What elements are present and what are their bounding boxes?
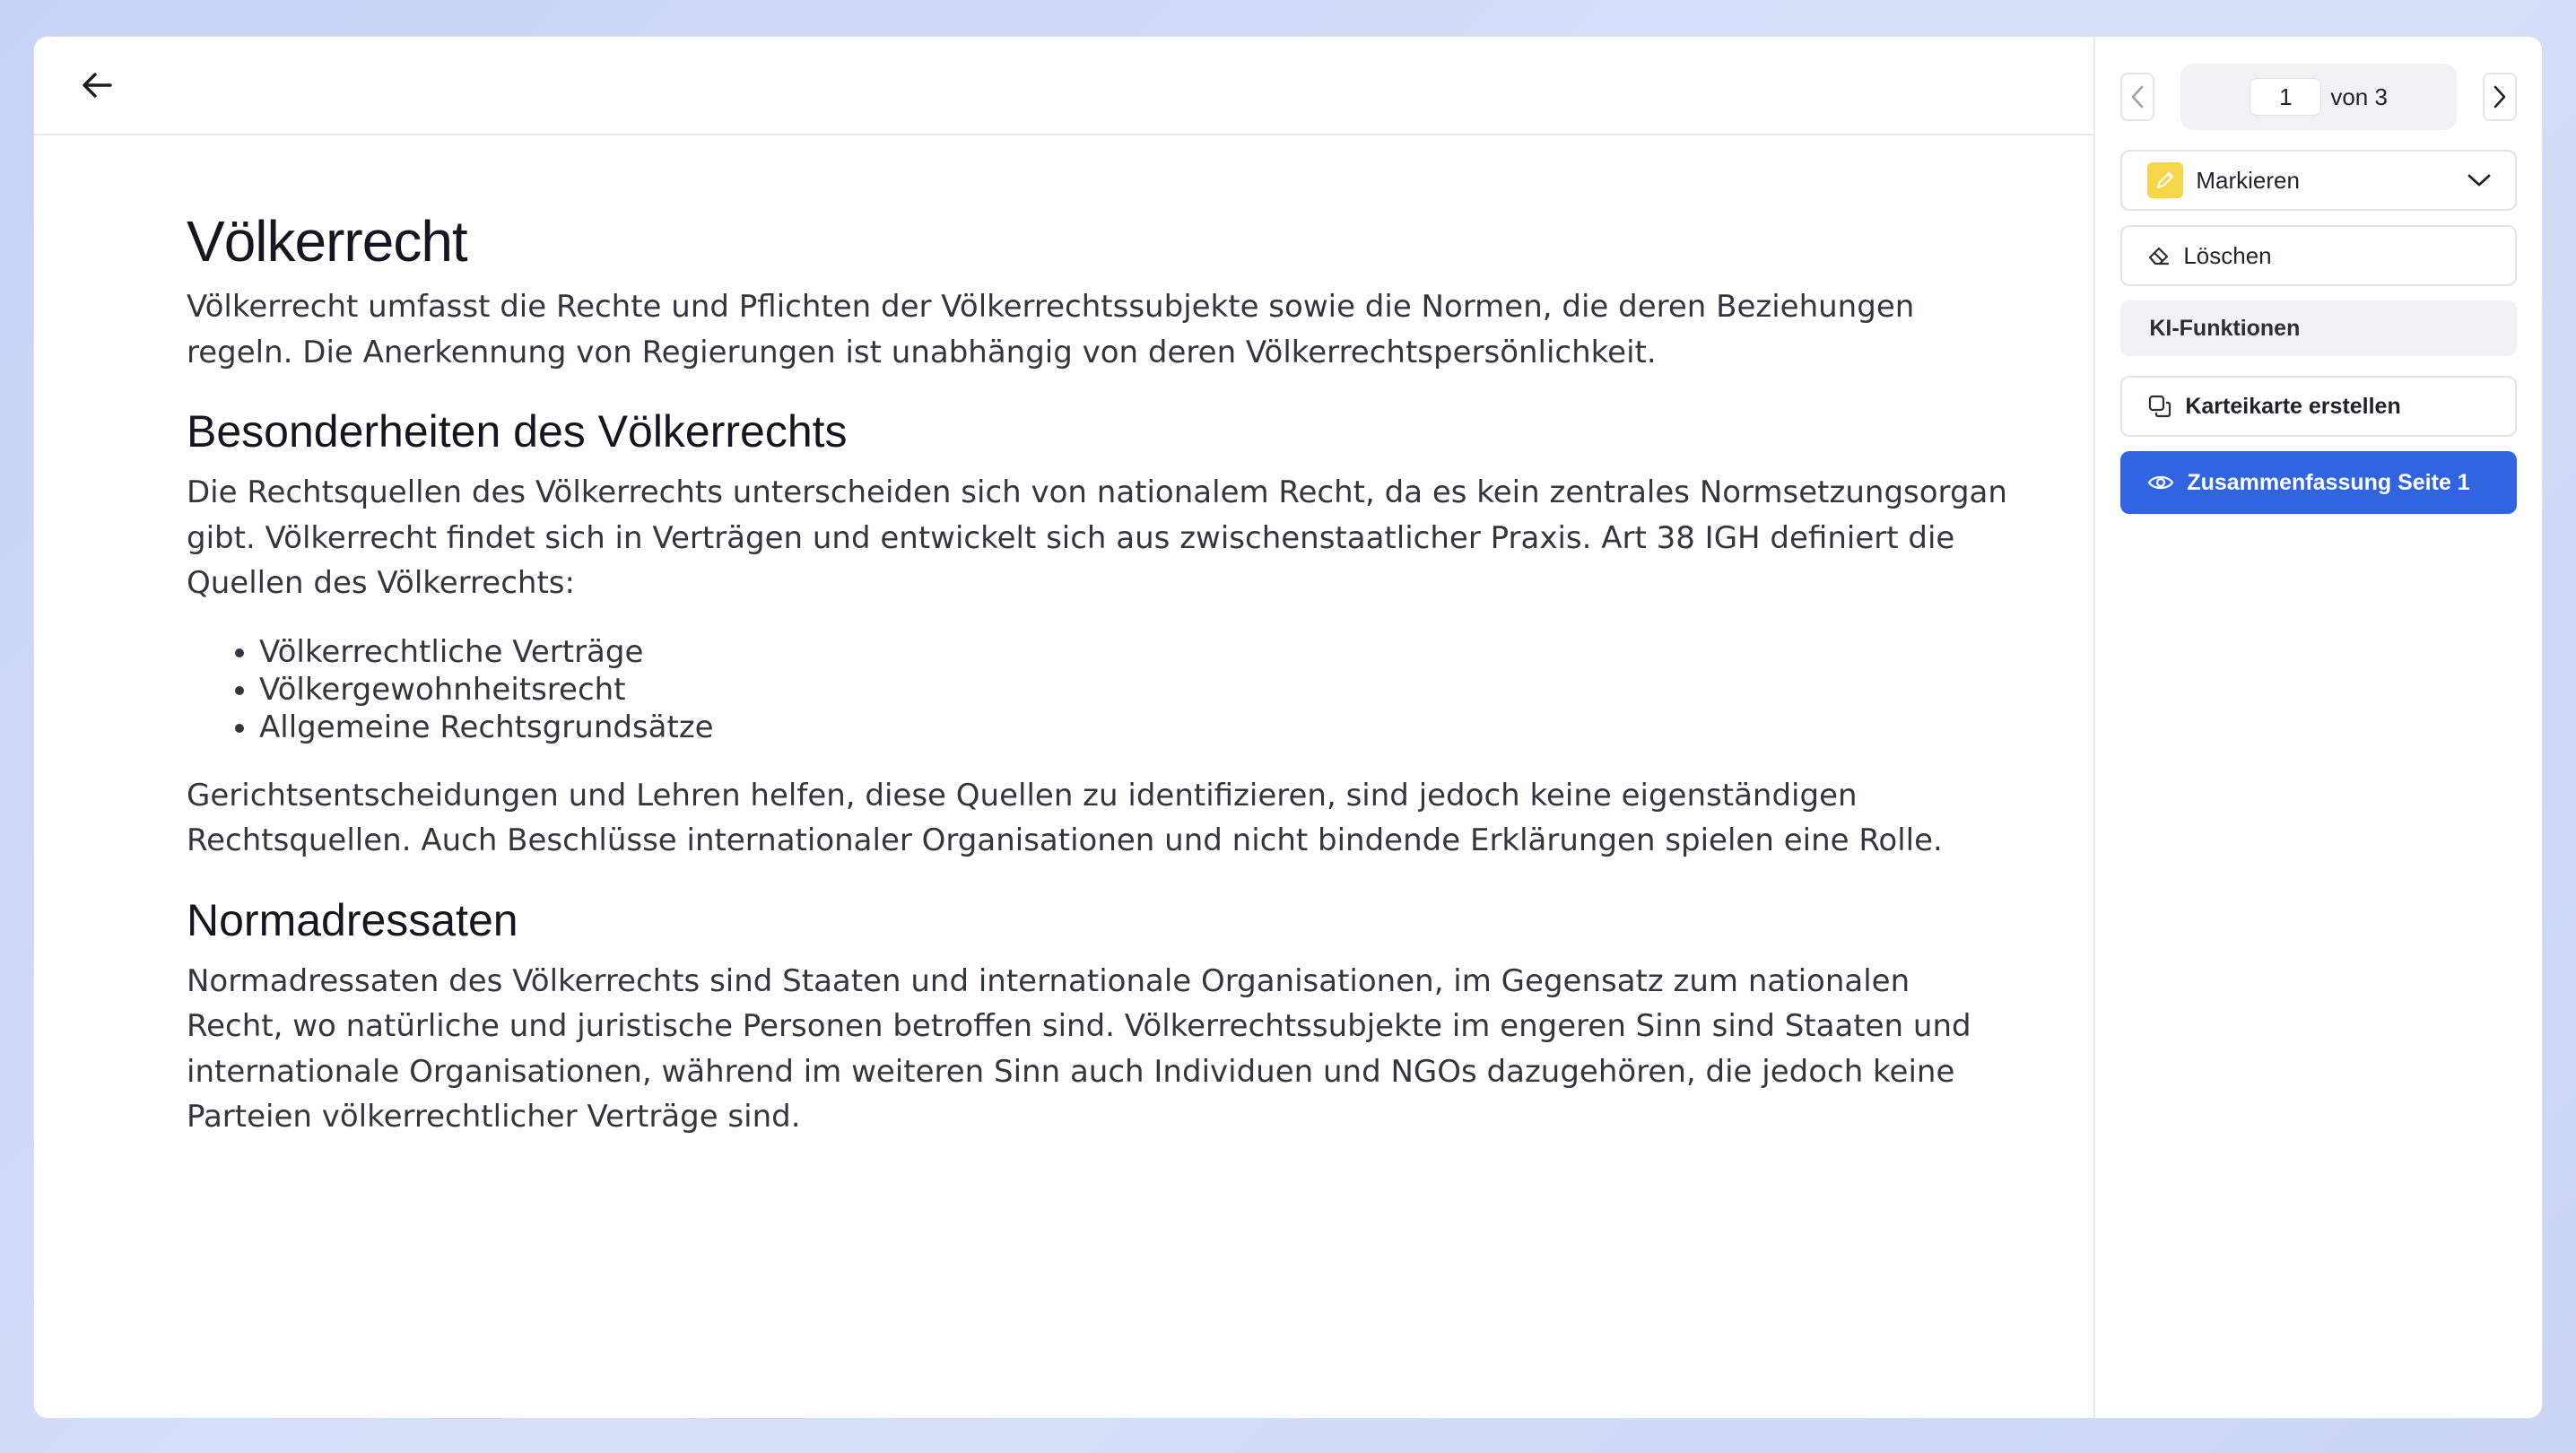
flashcard-label: Karteikarte erstellen [2185, 393, 2401, 419]
section-paragraph: Gerichtsentscheidungen und Lehren helfen… [187, 777, 1943, 859]
page-count-label: von 3 [2330, 83, 2388, 110]
intro-paragraph: Völkerrecht umfasst die Rechte und Pflic… [187, 289, 1915, 370]
document-content: Völkerrecht Völkerrecht umfasst die Rech… [34, 135, 2007, 1140]
section-paragraph: Normadressaten des Völkerrechts sind Sta… [187, 962, 1971, 1135]
delete-button[interactable]: Löschen [2120, 225, 2517, 286]
list-item: Allgemeine Rechtsgrundsätze [259, 709, 2007, 746]
list-item: Völkerrechtliche Verträge [259, 633, 2007, 671]
summary-page-button[interactable]: Zusammenfassung Seite 1 [2120, 451, 2517, 514]
delete-label: Löschen [2183, 241, 2272, 269]
tools-sidebar: von 3 Markieren [2093, 37, 2542, 1418]
section-heading: Besonderheiten des Völkerrechts [187, 406, 848, 457]
chevron-right-icon [2493, 85, 2506, 109]
page-number-input[interactable] [2250, 78, 2322, 116]
page-navigator: von 3 [2120, 64, 2517, 130]
top-bar [34, 37, 2094, 135]
chevron-left-icon [2132, 85, 2144, 109]
copy-icon [2147, 394, 2172, 419]
document-pane: Völkerrecht Völkerrecht umfasst die Rech… [34, 37, 2094, 1418]
sources-list: Völkerrechtliche Verträge Völkergewohnhe… [259, 633, 2007, 746]
chevron-down-icon [2467, 174, 2491, 187]
app-window: Völkerrecht Völkerrecht umfasst die Rech… [33, 36, 2543, 1419]
document-title: Völkerrecht [187, 209, 468, 274]
back-button[interactable] [70, 58, 124, 112]
prev-page-button[interactable] [2120, 73, 2155, 121]
eraser-icon [2147, 244, 2171, 267]
next-page-button[interactable] [2482, 73, 2517, 121]
summary-label: Zusammenfassung Seite 1 [2187, 469, 2470, 495]
eye-icon [2147, 473, 2174, 492]
section-paragraph: Die Rechtsquellen des Völkerrechts unter… [187, 474, 2007, 601]
list-item: Völkergewohnheitsrecht [259, 671, 2007, 709]
mark-dropdown[interactable]: Markieren [2120, 150, 2517, 211]
ai-functions-header: KI-Funktionen [2120, 300, 2517, 356]
mark-label: Markieren [2196, 166, 2300, 194]
arrow-left-icon [83, 73, 112, 98]
page-indicator: von 3 [2180, 64, 2458, 130]
pencil-icon [2147, 162, 2184, 198]
section-heading: Normadressaten [187, 894, 518, 945]
create-flashcard-button[interactable]: Karteikarte erstellen [2120, 376, 2517, 437]
